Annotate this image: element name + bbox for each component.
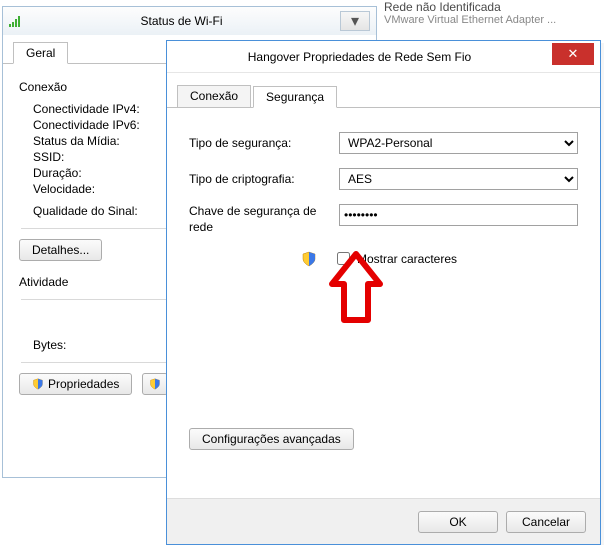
advanced-settings-button[interactable]: Configurações avançadas: [189, 428, 354, 450]
show-characters-label[interactable]: Mostrar caracteres: [333, 249, 457, 268]
tab-general[interactable]: Geral: [13, 42, 68, 64]
cancel-button[interactable]: Cancelar: [506, 511, 586, 533]
properties-tabs: Conexão Segurança: [167, 79, 600, 108]
show-characters-checkbox[interactable]: [337, 252, 350, 265]
advanced-settings-label: Configurações avançadas: [202, 432, 341, 446]
shield-icon: [32, 378, 44, 390]
security-type-label: Tipo de segurança:: [189, 136, 339, 150]
network-adapter-entry: Rede não Identificada VMware Virtual Eth…: [384, 0, 556, 26]
secondary-shield-button[interactable]: [142, 373, 168, 395]
wireless-properties-window: Hangover Propriedades de Rede Sem Fio ✕ …: [166, 40, 601, 545]
network-key-input[interactable]: [339, 204, 578, 226]
dialog-footer: OK Cancelar: [167, 498, 600, 544]
network-name: Rede não Identificada: [384, 0, 556, 14]
encryption-type-select[interactable]: AES: [339, 168, 578, 190]
ok-button[interactable]: OK: [418, 511, 498, 533]
system-button[interactable]: ▾: [340, 11, 370, 31]
details-button-label: Detalhes...: [32, 243, 89, 257]
network-key-label: Chave de segurança de rede: [189, 204, 339, 235]
close-button[interactable]: ✕: [552, 43, 594, 65]
properties-button-label: Propriedades: [48, 377, 119, 391]
tab-connection[interactable]: Conexão: [177, 85, 251, 107]
properties-button[interactable]: Propriedades: [19, 373, 132, 395]
ok-button-label: OK: [449, 515, 466, 529]
shield-icon: [149, 378, 161, 390]
security-type-select[interactable]: WPA2-Personal: [339, 132, 578, 154]
show-characters-text: Mostrar caracteres: [357, 252, 457, 266]
network-adapter: VMware Virtual Ethernet Adapter ...: [384, 14, 556, 26]
wifi-status-title: Status de Wi-Fi: [23, 14, 340, 28]
tab-security[interactable]: Segurança: [253, 86, 337, 108]
encryption-type-label: Tipo de criptografia:: [189, 172, 339, 186]
properties-titlebar[interactable]: Hangover Propriedades de Rede Sem Fio ✕: [167, 41, 600, 73]
close-icon: ✕: [568, 46, 579, 62]
properties-title: Hangover Propriedades de Rede Sem Fio: [167, 50, 552, 64]
details-button[interactable]: Detalhes...: [19, 239, 102, 261]
wifi-status-titlebar[interactable]: Status de Wi-Fi ▾: [3, 7, 376, 35]
shield-icon: [301, 251, 317, 267]
cancel-button-label: Cancelar: [522, 515, 570, 529]
wifi-signal-icon: [9, 15, 23, 27]
